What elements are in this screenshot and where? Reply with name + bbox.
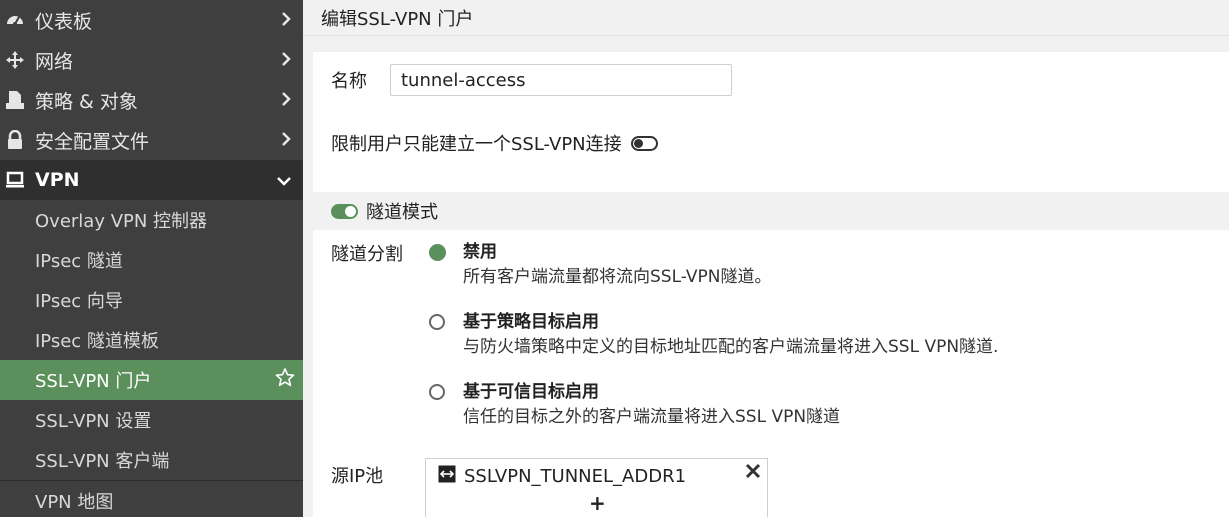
sidebar-item-label: Overlay VPN 控制器 — [35, 211, 208, 232]
sidebar-item-dashboard[interactable]: 仪表板 — [0, 0, 303, 40]
sidebar-item-label: 安全配置文件 — [35, 130, 150, 153]
add-entry-button[interactable]: + — [589, 491, 606, 515]
sidebar-item-label: IPsec 隧道 — [35, 251, 123, 272]
radio-button[interactable] — [429, 384, 445, 400]
sidebar-item-policy[interactable]: 策略 & 对象 — [0, 80, 303, 120]
sidebar-item-label: 仪表板 — [35, 10, 93, 33]
star-icon[interactable] — [275, 368, 295, 393]
limit-connection-toggle[interactable] — [630, 135, 658, 151]
chevron-right-icon — [281, 9, 291, 31]
laptop-icon — [4, 169, 26, 191]
limit-row: 限制用户只能建立一个SSL-VPN连接 — [331, 130, 658, 156]
pool-entry: SSLVPN_TUNNEL_ADDR1 — [438, 465, 686, 488]
address-range-icon — [438, 465, 456, 488]
tunnel-mode-toggle[interactable] — [331, 203, 358, 219]
page-title-bar: 编辑SSL-VPN 门户 — [303, 0, 1229, 36]
sidebar-item-label: IPsec 隧道模板 — [35, 331, 159, 352]
sidebar-item-ipsec-template[interactable]: IPsec 隧道模板 — [0, 320, 303, 360]
lock-icon — [4, 129, 26, 151]
tunnel-mode-label: 隧道模式 — [366, 202, 438, 223]
sidebar: 仪表板 网络 策略 & 对象 安全配置文件 VPN Overlay VPN 控制… — [0, 0, 303, 517]
chevron-right-icon — [281, 89, 291, 111]
main-content: 编辑SSL-VPN 门户 名称 限制用户只能建立一个SSL-VPN连接 隧道模式… — [303, 0, 1229, 517]
chevron-down-icon — [277, 169, 291, 191]
radio-option-description: 信任的目标之外的客户端流量将进入SSL VPN隧道 — [463, 407, 841, 427]
sidebar-item-label: SSL-VPN 门户 — [35, 371, 152, 392]
split-option-disabled: 禁用 所有客户端流量都将流向SSL-VPN隧道。 — [429, 240, 998, 290]
remove-icon[interactable] — [745, 463, 761, 483]
split-tunnel-radio-group: 禁用 所有客户端流量都将流向SSL-VPN隧道。 基于策略目标启用 与防火墙策略… — [429, 240, 998, 450]
sidebar-item-ipsec-wizard[interactable]: IPsec 向导 — [0, 280, 303, 320]
edit-form-panel: 名称 限制用户只能建立一个SSL-VPN连接 隧道模式 隧道分割 禁用 所有客户… — [313, 52, 1229, 517]
source-ip-pool-label: 源IP池 — [331, 466, 384, 487]
sidebar-item-label: 网络 — [35, 50, 74, 73]
radio-button-checked[interactable] — [429, 244, 446, 261]
radio-option-title: 基于策略目标启用 — [463, 312, 599, 332]
sidebar-item-label: SSL-VPN 客户端 — [35, 451, 170, 472]
page-title: 编辑SSL-VPN 门户 — [321, 8, 474, 30]
dashboard-icon — [4, 9, 26, 31]
sidebar-item-vpn-map[interactable]: VPN 地图 — [0, 481, 303, 517]
sidebar-item-network[interactable]: 网络 — [0, 40, 303, 80]
sidebar-item-label: 策略 & 对象 — [35, 90, 138, 113]
policy-icon — [4, 89, 26, 111]
pool-entry-label: SSLVPN_TUNNEL_ADDR1 — [464, 466, 687, 487]
sidebar-item-ipsec-tunnel[interactable]: IPsec 隧道 — [0, 240, 303, 280]
sidebar-item-label: IPsec 向导 — [35, 291, 123, 312]
sidebar-section-vpn[interactable]: VPN — [0, 160, 303, 200]
sidebar-item-overlay-vpn[interactable]: Overlay VPN 控制器 — [0, 200, 303, 240]
source-ip-pool-field[interactable]: SSLVPN_TUNNEL_ADDR1 + — [425, 458, 768, 517]
radio-option-title: 禁用 — [463, 242, 497, 262]
name-row: 名称 — [331, 64, 732, 96]
split-option-trusted: 基于可信目标启用 信任的目标之外的客户端流量将进入SSL VPN隧道 — [429, 380, 998, 430]
radio-button[interactable] — [429, 314, 445, 330]
chevron-right-icon — [281, 129, 291, 151]
sidebar-section-label: VPN — [35, 169, 80, 191]
sidebar-item-ssl-vpn-settings[interactable]: SSL-VPN 设置 — [0, 400, 303, 440]
network-icon — [4, 49, 26, 71]
name-input[interactable] — [390, 64, 732, 96]
sidebar-item-ssl-vpn-portal[interactable]: SSL-VPN 门户 — [0, 360, 303, 400]
radio-option-title: 基于可信目标启用 — [463, 382, 599, 402]
sidebar-item-ssl-vpn-clients[interactable]: SSL-VPN 客户端 — [0, 440, 303, 480]
sidebar-item-label: VPN 地图 — [35, 492, 114, 513]
sidebar-item-label: SSL-VPN 设置 — [35, 411, 152, 432]
limit-label: 限制用户只能建立一个SSL-VPN连接 — [331, 134, 622, 155]
chevron-right-icon — [281, 49, 291, 71]
radio-option-description: 所有客户端流量都将流向SSL-VPN隧道。 — [463, 267, 772, 287]
split-tunnel-label: 隧道分割 — [331, 244, 403, 265]
sidebar-item-security-profiles[interactable]: 安全配置文件 — [0, 120, 303, 160]
tunnel-mode-header: 隧道模式 — [313, 192, 1229, 230]
split-option-policy: 基于策略目标启用 与防火墙策略中定义的目标地址匹配的客户端流量将进入SSL VP… — [429, 310, 998, 360]
radio-option-description: 与防火墙策略中定义的目标地址匹配的客户端流量将进入SSL VPN隧道. — [463, 337, 999, 357]
name-label: 名称 — [331, 71, 367, 92]
